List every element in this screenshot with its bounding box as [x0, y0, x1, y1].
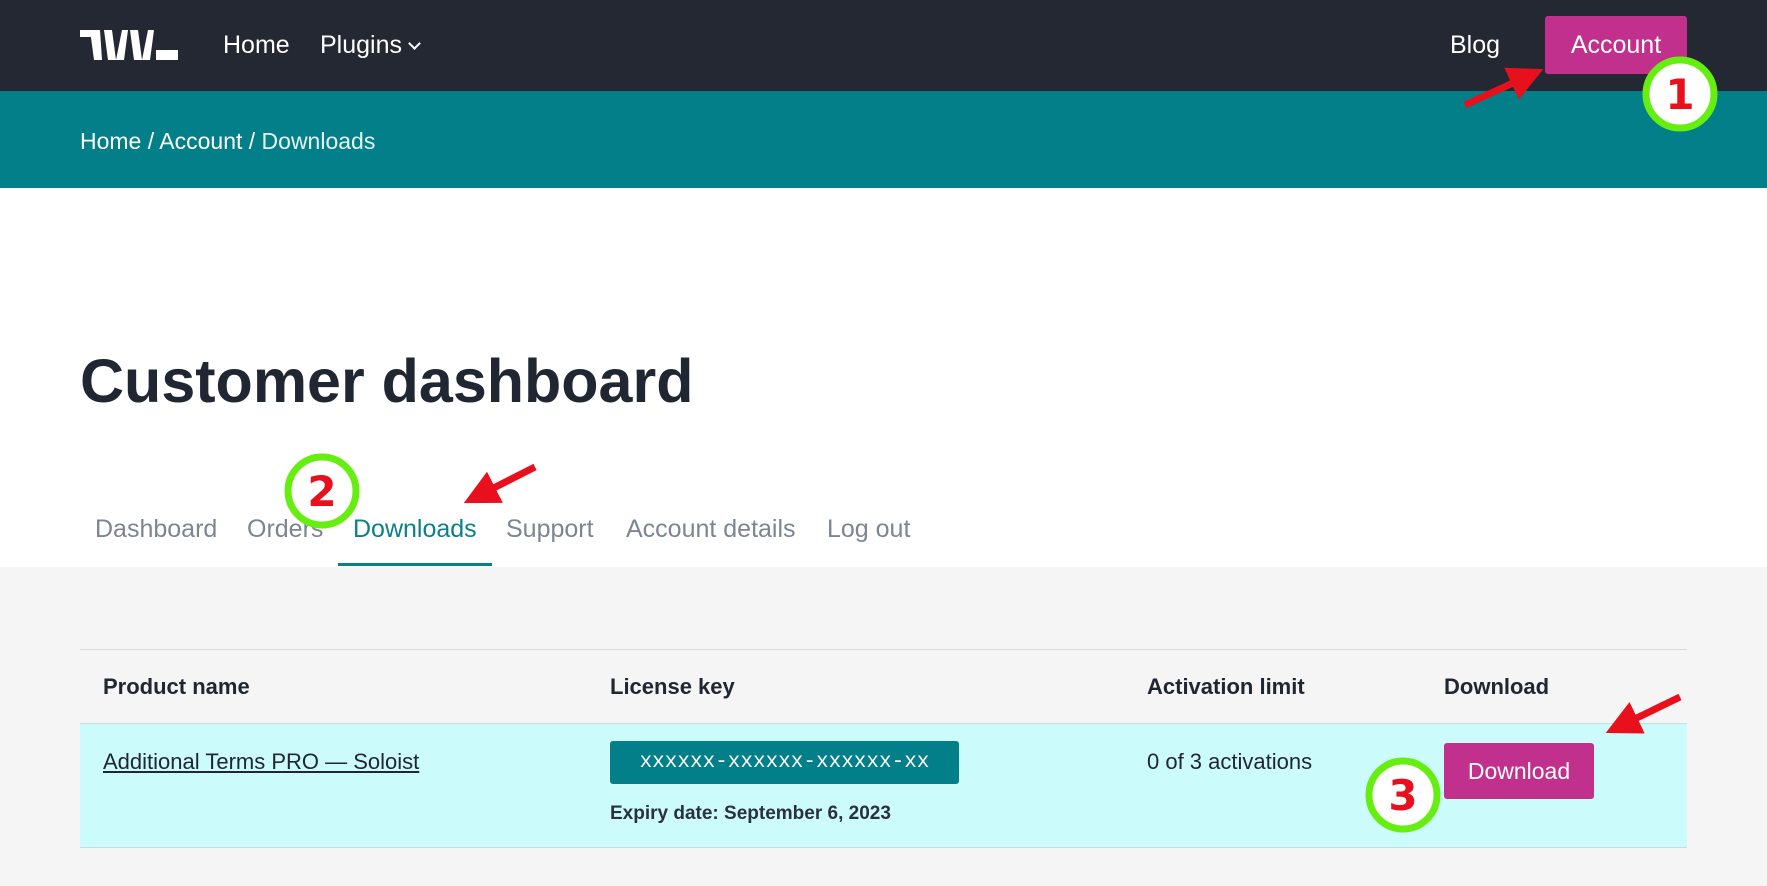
column-header-download: Download [1444, 674, 1550, 699]
active-tab-indicator [338, 563, 492, 566]
nav-plugins-label: Plugins [320, 31, 402, 59]
tab-downloads[interactable]: Downloads [353, 512, 477, 546]
table-divider [80, 649, 1687, 650]
breadcrumb-home-link[interactable]: Home [80, 128, 141, 154]
breadcrumb-current: Downloads [261, 128, 376, 154]
tab-support[interactable]: Support [506, 512, 594, 546]
column-header-activation-limit: Activation limit [1147, 674, 1305, 699]
tab-orders[interactable]: Orders [247, 512, 323, 546]
tab-dashboard[interactable]: Dashboard [95, 512, 217, 546]
breadcrumb-separator: / [141, 128, 160, 154]
logo-icon[interactable] [80, 28, 180, 62]
page-title: Customer dashboard [80, 347, 694, 415]
nav-blog-link[interactable]: Blog [1450, 28, 1500, 62]
nav-plugins-menu[interactable]: Plugins [320, 28, 421, 62]
tab-log-out[interactable]: Log out [827, 512, 910, 546]
account-button[interactable]: Account [1545, 16, 1687, 74]
breadcrumb: Home / Account / Downloads [80, 126, 375, 156]
nav-home-link[interactable]: Home [223, 28, 290, 62]
column-header-product: Product name [103, 674, 250, 699]
product-link[interactable]: Additional Terms PRO — Soloist [103, 747, 419, 777]
download-button[interactable]: Download [1444, 743, 1594, 799]
expiry-date: Expiry date: September 6, 2023 [610, 803, 891, 824]
license-key-badge: xxxxxx-xxxxxx-xxxxxx-xx [610, 741, 959, 784]
breadcrumb-separator: / [242, 128, 262, 154]
activation-count: 0 of 3 activations [1147, 749, 1313, 774]
chevron-down-icon [408, 37, 421, 50]
column-header-license-key: License key [610, 674, 735, 699]
tab-account-details[interactable]: Account details [626, 512, 796, 546]
breadcrumb-account-link[interactable]: Account [159, 128, 242, 154]
